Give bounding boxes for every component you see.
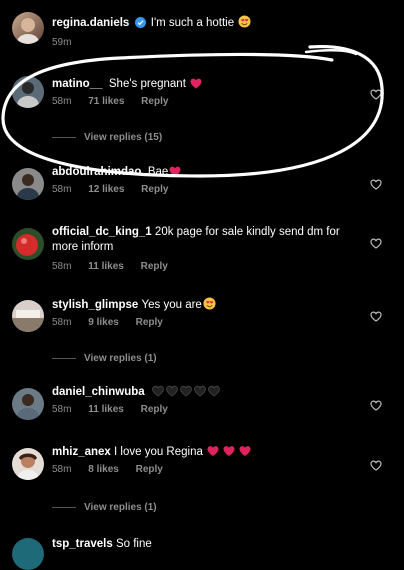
- comment-text: So fine: [115, 538, 152, 550]
- comment-likes[interactable]: 9 likes: [88, 317, 119, 328]
- comment-username[interactable]: stylish_glimpse: [52, 299, 138, 311]
- avatar[interactable]: [12, 448, 44, 480]
- like-heart-icon[interactable]: [370, 238, 382, 249]
- reply-button[interactable]: Reply: [136, 464, 163, 475]
- comment-likes[interactable]: 11 likes: [88, 261, 124, 272]
- comment-text: Yes you are: [141, 299, 202, 311]
- comment-username[interactable]: mhiz_anex: [52, 446, 111, 458]
- like-heart-icon[interactable]: [370, 460, 382, 471]
- comment-time: 58m: [52, 317, 72, 328]
- red-heart-emoji: [190, 78, 202, 89]
- view-replies-button[interactable]: View replies (15): [52, 132, 162, 143]
- reply-button[interactable]: Reply: [141, 96, 168, 107]
- reply-button[interactable]: Reply: [136, 317, 163, 328]
- heart-eyes-emoji: [203, 297, 216, 310]
- divider: [52, 357, 76, 359]
- comment-time: 58m: [52, 404, 72, 415]
- reply-button[interactable]: Reply: [141, 404, 168, 415]
- comment-likes[interactable]: 11 likes: [88, 404, 124, 415]
- divider: [52, 506, 76, 508]
- comment-likes[interactable]: 71 likes: [88, 96, 124, 107]
- like-heart-icon[interactable]: [370, 311, 382, 322]
- comment-username[interactable]: daniel_chinwuba: [52, 386, 145, 398]
- comment-username[interactable]: official_dc_king_1: [52, 226, 152, 238]
- like-heart-icon[interactable]: [370, 179, 382, 190]
- reply-button[interactable]: Reply: [141, 184, 168, 195]
- caption-username[interactable]: regina.daniels: [52, 17, 129, 29]
- comment-username[interactable]: abdoulrahimdao: [52, 166, 141, 178]
- caption-time: 59m: [52, 37, 72, 48]
- avatar[interactable]: [12, 388, 44, 420]
- comment-time: 58m: [52, 184, 72, 195]
- avatar[interactable]: [12, 300, 44, 332]
- view-replies-button[interactable]: View replies (1): [52, 502, 157, 513]
- avatar[interactable]: [12, 76, 44, 108]
- comment-time: 58m: [52, 96, 72, 107]
- avatar[interactable]: [12, 12, 44, 44]
- comment-text: Bae: [147, 166, 169, 178]
- reply-button[interactable]: Reply: [141, 261, 168, 272]
- avatar[interactable]: [12, 228, 44, 260]
- avatar[interactable]: [12, 168, 44, 200]
- five-black-hearts-emoji: [152, 385, 220, 397]
- comment-time: 58m: [52, 261, 72, 272]
- comment-likes[interactable]: 12 likes: [88, 184, 124, 195]
- avatar[interactable]: [12, 538, 44, 570]
- comment-likes[interactable]: 8 likes: [88, 464, 119, 475]
- red-heart-emoji: [169, 166, 181, 177]
- comment-time: 58m: [52, 464, 72, 475]
- comment-text: She's pregnant: [108, 78, 186, 90]
- divider: [52, 136, 76, 138]
- like-heart-icon[interactable]: [370, 89, 382, 100]
- verified-badge-icon: [134, 17, 146, 28]
- heart-eyes-emoji: [238, 15, 251, 28]
- comment-text: I love you Regina: [114, 446, 203, 458]
- like-heart-icon[interactable]: [370, 400, 382, 411]
- three-red-hearts-emoji: [207, 446, 251, 456]
- comment-username[interactable]: matino__: [52, 78, 103, 90]
- view-replies-button[interactable]: View replies (1): [52, 353, 157, 364]
- caption-text: I'm such a hottie: [150, 17, 235, 29]
- comment-username[interactable]: tsp_travels: [52, 538, 113, 550]
